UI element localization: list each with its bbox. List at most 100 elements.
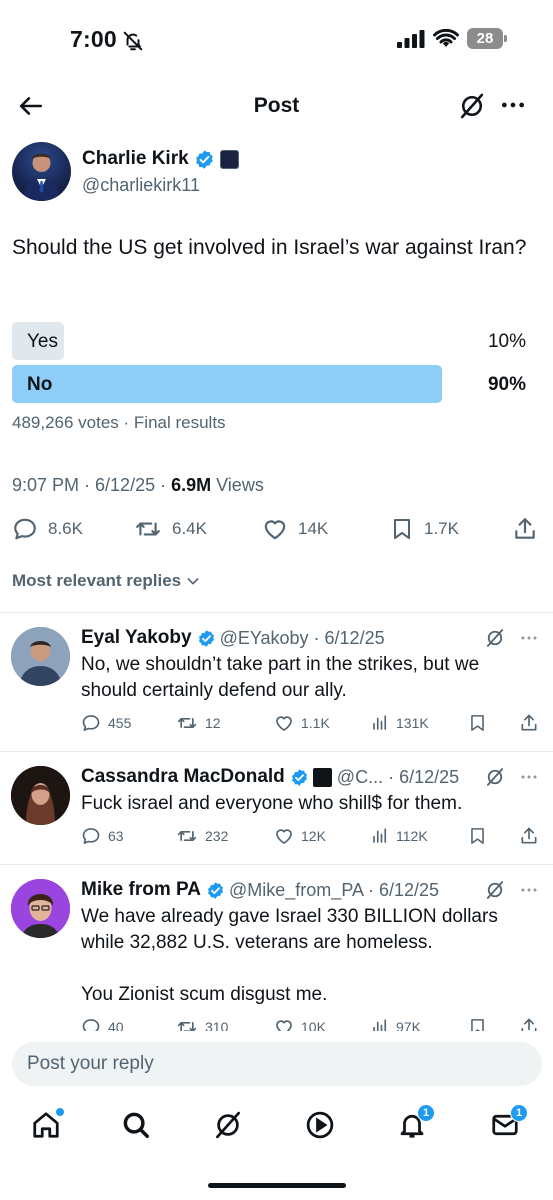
reply-item[interactable]: Mike from PA @Mike_from_PA · 6/12/25 We …: [0, 865, 553, 1045]
more-options-icon[interactable]: [519, 629, 539, 647]
share-button[interactable]: [512, 510, 538, 548]
author-name-row[interactable]: Charlie Kirk: [82, 148, 239, 170]
poll-meta: 489,266 votes · Final results: [12, 413, 226, 432]
more-options-icon[interactable]: [519, 881, 539, 899]
poll-option-percent: 10%: [487, 331, 526, 352]
bookmark-icon: [390, 516, 414, 542]
reply-author-name[interactable]: Mike from PA: [81, 879, 201, 901]
bookmark-icon: [468, 826, 487, 846]
affiliation-badge: [312, 767, 332, 787]
chevron-down-icon: [185, 573, 201, 589]
cellular-signal-icon: [397, 29, 425, 48]
like-count: 1.1K: [301, 715, 330, 731]
heart-icon: [274, 713, 294, 733]
reply-author-name[interactable]: Eyal Yakoby: [81, 627, 192, 649]
like-count: 14K: [298, 519, 329, 538]
reply-text: No, we shouldn’t take part in the strike…: [81, 654, 480, 701]
replies-sort-label: Most relevant replies: [12, 571, 182, 590]
repost-button[interactable]: 12: [176, 710, 221, 736]
reply-item[interactable]: Cassandra MacDonald @C... · 6/12/25 Fuck…: [0, 752, 553, 864]
verified-badge-icon: [290, 768, 309, 787]
share-button[interactable]: [519, 710, 539, 736]
status-time: 7:00: [70, 26, 117, 52]
reply-icon: [12, 516, 38, 542]
home-indicator: [208, 1183, 346, 1188]
more-options-icon[interactable]: [500, 92, 526, 118]
bell-icon: 1: [397, 1104, 435, 1140]
views-label: Views: [211, 475, 264, 495]
bookmark-button[interactable]: [468, 823, 487, 849]
repost-button[interactable]: 6.4K: [134, 510, 207, 548]
bookmark-icon: [468, 713, 487, 733]
share-icon: [519, 713, 539, 733]
header: Post: [0, 80, 553, 132]
reply-item[interactable]: Eyal Yakoby @EYakoby · 6/12/25 No, we sh…: [0, 613, 553, 751]
nav-grok[interactable]: [213, 1110, 243, 1140]
repost-count: 12: [205, 715, 221, 731]
reply-input[interactable]: [12, 1042, 542, 1086]
notifications-badge: 1: [417, 1104, 435, 1122]
author-name: Charlie Kirk: [82, 148, 189, 169]
grok-icon: [213, 1110, 243, 1140]
tweet-action-bar: 8.6K 6.4K 14K 1.7K: [12, 510, 540, 548]
reply-action-bar: 63 232 12K 112K: [81, 823, 541, 849]
grok-icon[interactable]: [485, 767, 505, 787]
affiliation-badge: [219, 149, 239, 169]
repost-icon: [176, 826, 198, 846]
avatar[interactable]: [11, 766, 70, 825]
avatar[interactable]: [12, 142, 71, 201]
reply-handle-date: @C... · 6/12/25: [336, 766, 460, 787]
views-count[interactable]: 6.9M: [171, 475, 211, 495]
reply-count: 63: [108, 828, 124, 844]
share-icon: [519, 826, 539, 846]
grok-icon[interactable]: [485, 628, 505, 648]
notification-dot: [56, 1108, 64, 1116]
views-button[interactable]: 112K: [371, 823, 428, 849]
status-icons: 28: [397, 28, 507, 49]
analytics-icon: [371, 826, 389, 846]
like-button[interactable]: 12K: [274, 823, 326, 849]
search-icon: [121, 1110, 151, 1140]
tweet-text: Should the US get involved in Israel’s w…: [12, 236, 527, 259]
reply-icon: [81, 713, 101, 733]
like-button[interactable]: 14K: [262, 510, 328, 548]
nav-search[interactable]: [121, 1110, 151, 1140]
reply-action-bar: 455 12 1.1K 131K: [81, 710, 541, 736]
nav-messages[interactable]: 1: [490, 1104, 528, 1140]
heart-icon: [262, 516, 288, 542]
timestamp-text: 9:07 PM · 6/12/25 ·: [12, 475, 172, 495]
avatar[interactable]: [11, 879, 70, 938]
bookmark-button[interactable]: [468, 710, 487, 736]
reply-button[interactable]: 8.6K: [12, 510, 83, 548]
share-icon: [512, 516, 538, 542]
nav-notifications[interactable]: 1: [397, 1104, 435, 1140]
home-icon: [31, 1108, 64, 1140]
reply-text: We have already gave Israel 330 BILLION …: [81, 906, 498, 1005]
heart-icon: [274, 826, 294, 846]
grok-icon[interactable]: [458, 92, 486, 120]
repost-icon: [176, 713, 198, 733]
view-count: 131K: [396, 715, 429, 731]
status-bar: 7:00 28: [0, 0, 553, 80]
poll-option-percent: 90%: [487, 374, 526, 395]
reply-author-name[interactable]: Cassandra MacDonald: [81, 766, 285, 788]
reply-count: 8.6K: [48, 519, 83, 538]
avatar[interactable]: [11, 627, 70, 686]
replies-sort-dropdown[interactable]: Most relevant replies: [12, 571, 201, 591]
more-options-icon[interactable]: [519, 768, 539, 786]
reply-handle-date: @EYakoby · 6/12/25: [219, 627, 385, 648]
reply-button[interactable]: 63: [81, 823, 124, 849]
nav-home[interactable]: [31, 1108, 64, 1140]
view-count: 112K: [396, 828, 428, 844]
nav-video[interactable]: [305, 1110, 335, 1140]
author-handle[interactable]: @charliekirk11: [82, 175, 200, 196]
repost-icon: [134, 516, 162, 542]
bookmark-button[interactable]: 1.7K: [390, 510, 459, 548]
views-button[interactable]: 131K: [371, 710, 429, 736]
like-button[interactable]: 1.1K: [274, 710, 330, 736]
reply-button[interactable]: 455: [81, 710, 131, 736]
repost-button[interactable]: 232: [176, 823, 228, 849]
share-button[interactable]: [519, 823, 539, 849]
grok-icon[interactable]: [485, 880, 505, 900]
tweet-author: Charlie Kirk @charliekirk11: [12, 142, 542, 202]
